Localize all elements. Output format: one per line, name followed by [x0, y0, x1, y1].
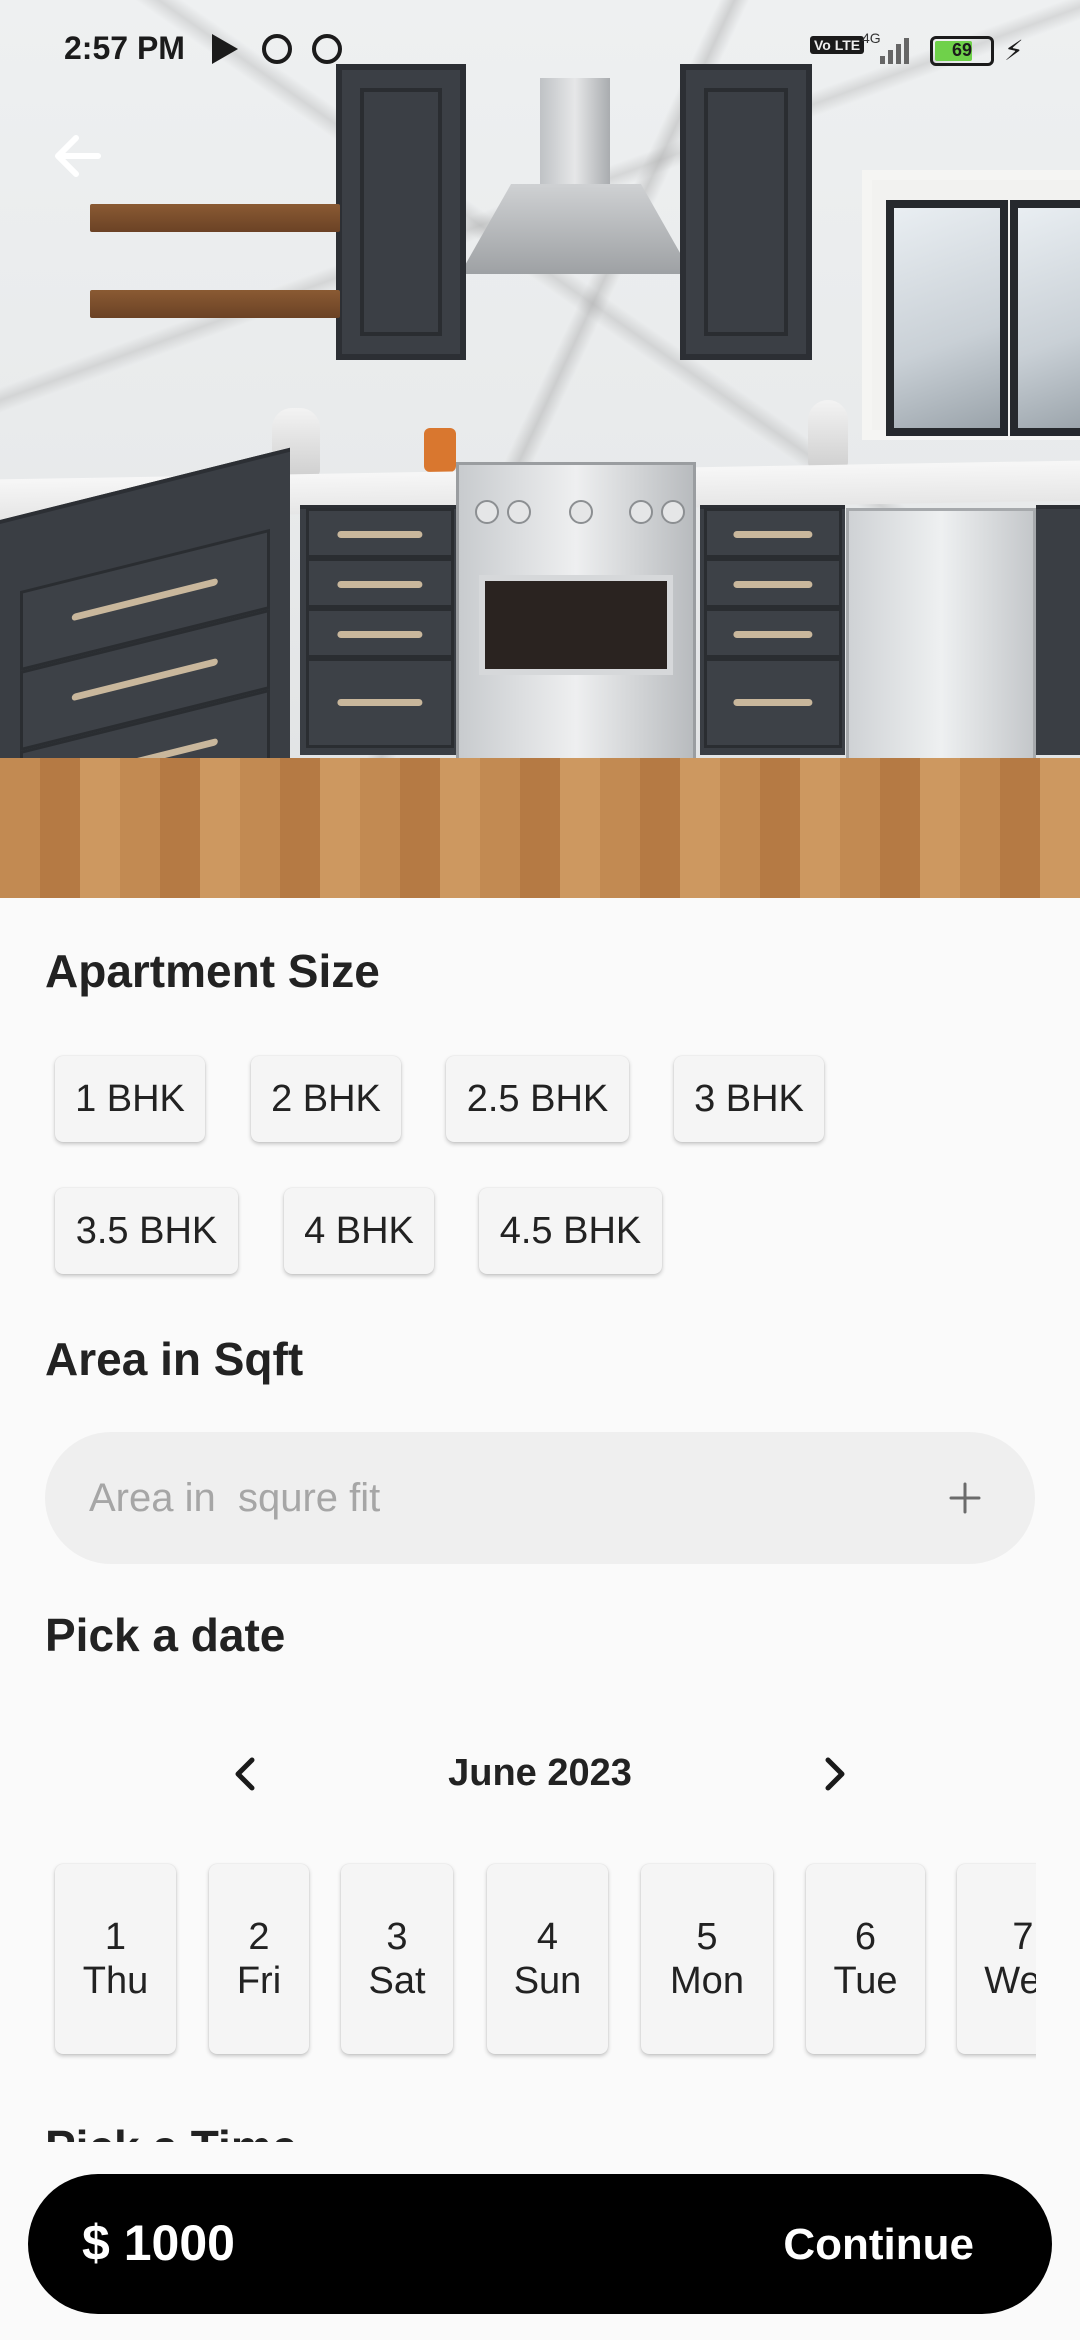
date-number: 6 — [854, 1916, 877, 1958]
date-card[interactable]: 7 Wed — [957, 1864, 1036, 2054]
size-chip-2bhk[interactable]: 2 BHK — [251, 1056, 401, 1142]
date-number: 3 — [386, 1916, 408, 1958]
status-bar: 2:57 PM Vo LTE 4G 69 ⚡ — [0, 0, 1080, 96]
size-chip-1bhk[interactable]: 1 BHK — [55, 1056, 205, 1142]
date-number: 2 — [248, 1916, 270, 1958]
date-card[interactable]: 4 Sun — [487, 1864, 608, 2054]
area-input[interactable] — [89, 1432, 939, 1564]
back-button[interactable] — [48, 126, 108, 186]
play-store-icon — [212, 34, 238, 64]
date-number: 7 — [1012, 1916, 1034, 1958]
bottom-bar: $ 1000 Continue — [0, 2144, 1080, 2340]
size-chip-4bhk[interactable]: 4 BHK — [284, 1188, 434, 1274]
date-weekday: Wed — [984, 1960, 1036, 2002]
date-number: 1 — [104, 1916, 127, 1958]
date-weekday: Thu — [82, 1960, 149, 2002]
area-title: Area in Sqft — [45, 1333, 304, 1385]
booking-screen: 2:57 PM Vo LTE 4G 69 ⚡ Apartment Size 1 … — [0, 0, 1080, 2340]
pick-time-title: Pick a Time — [45, 2120, 297, 2142]
volte-badge: Vo LTE — [810, 36, 865, 54]
battery-icon: 69 — [930, 36, 994, 66]
date-weekday: Sun — [513, 1960, 582, 2002]
continue-label: Continue — [783, 2220, 974, 2269]
charging-icon: ⚡ — [1004, 35, 1024, 66]
status-time: 2:57 PM — [64, 30, 185, 66]
size-chip-2-5bhk[interactable]: 2.5 BHK — [446, 1056, 629, 1142]
signal-icon — [880, 36, 916, 64]
area-field — [45, 1432, 1035, 1564]
date-weekday: Fri — [236, 1960, 282, 2002]
size-chip-3bhk[interactable]: 3 BHK — [674, 1056, 824, 1142]
date-number: 4 — [536, 1916, 559, 1958]
date-card[interactable]: 6 Tue — [806, 1864, 925, 2054]
date-weekday: Mon — [670, 1960, 744, 2002]
date-card[interactable]: 5 Mon — [641, 1864, 773, 2054]
back-arrow-icon — [55, 135, 101, 177]
date-number: 5 — [696, 1916, 718, 1958]
apartment-size-title: Apartment Size — [45, 945, 380, 997]
continue-button[interactable]: $ 1000 Continue — [28, 2174, 1052, 2314]
pick-date-title: Pick a date — [45, 1609, 286, 1661]
date-weekday: Tue — [833, 1960, 898, 2002]
kitchen-hero-image — [0, 0, 1080, 898]
date-card[interactable]: 2 Fri — [209, 1864, 309, 2054]
size-chip-4-5bhk[interactable]: 4.5 BHK — [479, 1188, 662, 1274]
date-strip[interactable]: 1 Thu 2 Fri 3 Sat 4 Sun 5 Mon 6 Tue 7 We… — [0, 1860, 1036, 2060]
network-type: 4G — [862, 30, 881, 46]
plus-icon[interactable] — [943, 1476, 987, 1520]
date-card[interactable]: 3 Sat — [341, 1864, 453, 2054]
battery-level: 69 — [951, 40, 973, 60]
app-notification-icon — [262, 34, 292, 64]
app-notification-icon — [312, 34, 342, 64]
size-chip-3-5bhk[interactable]: 3.5 BHK — [55, 1188, 238, 1274]
total-price: $ 1000 — [82, 2215, 235, 2271]
date-weekday: Sat — [368, 1960, 426, 2002]
month-label: June 2023 — [448, 1752, 632, 1794]
date-card[interactable]: 1 Thu — [55, 1864, 176, 2054]
chevron-right-icon[interactable] — [812, 1752, 856, 1796]
